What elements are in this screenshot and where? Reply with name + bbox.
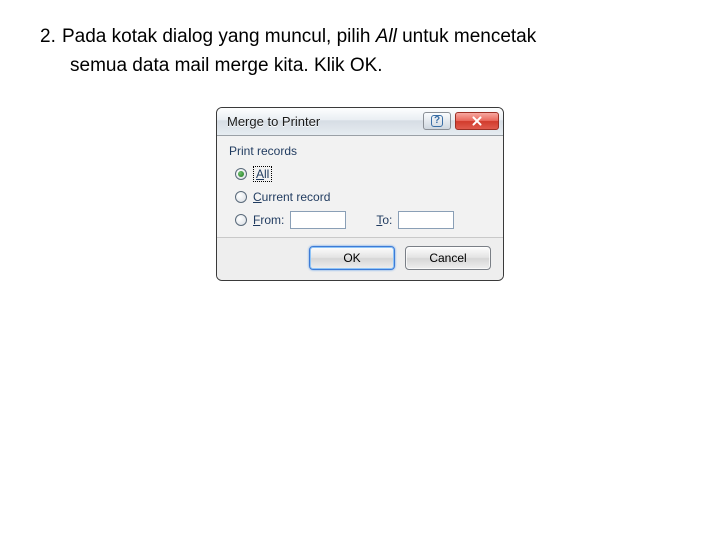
radio-all[interactable] [235, 168, 247, 180]
dialog-footer: OK Cancel [217, 237, 503, 280]
help-icon: ? [431, 115, 443, 127]
dialog-body: Print records All Current record From: T… [217, 136, 503, 237]
instruction-line1-italic: All [376, 26, 397, 47]
radio-from[interactable] [235, 214, 247, 226]
radio-current[interactable] [235, 191, 247, 203]
help-button[interactable]: ? [423, 112, 451, 130]
option-from-label: From: [253, 213, 284, 227]
instruction-line1-pre: Pada kotak dialog yang muncul, pilih [62, 26, 376, 47]
to-input[interactable] [398, 211, 454, 229]
option-from-row[interactable]: From: To: [235, 210, 491, 230]
ok-button[interactable]: OK [309, 246, 395, 270]
close-button[interactable] [455, 112, 499, 130]
instruction-text: 2.Pada kotak dialog yang muncul, pilih A… [40, 22, 680, 81]
cancel-button[interactable]: Cancel [405, 246, 491, 270]
merge-to-printer-dialog: Merge to Printer ? Print records All [216, 107, 504, 281]
option-to-label: To: [376, 213, 392, 227]
option-all-label: All [253, 166, 272, 182]
option-current-row[interactable]: Current record [235, 187, 491, 207]
dialog-title: Merge to Printer [227, 114, 423, 129]
instruction-line2: semua data mail merge kita. Klik OK. [40, 51, 680, 80]
option-all-row[interactable]: All [235, 164, 491, 184]
group-label: Print records [229, 144, 491, 158]
option-current-label: Current record [253, 190, 330, 204]
list-number: 2. [40, 22, 62, 51]
instruction-line1-post: untuk mencetak [397, 26, 536, 47]
close-icon [470, 115, 484, 127]
from-input[interactable] [290, 211, 346, 229]
titlebar[interactable]: Merge to Printer ? [217, 108, 503, 136]
